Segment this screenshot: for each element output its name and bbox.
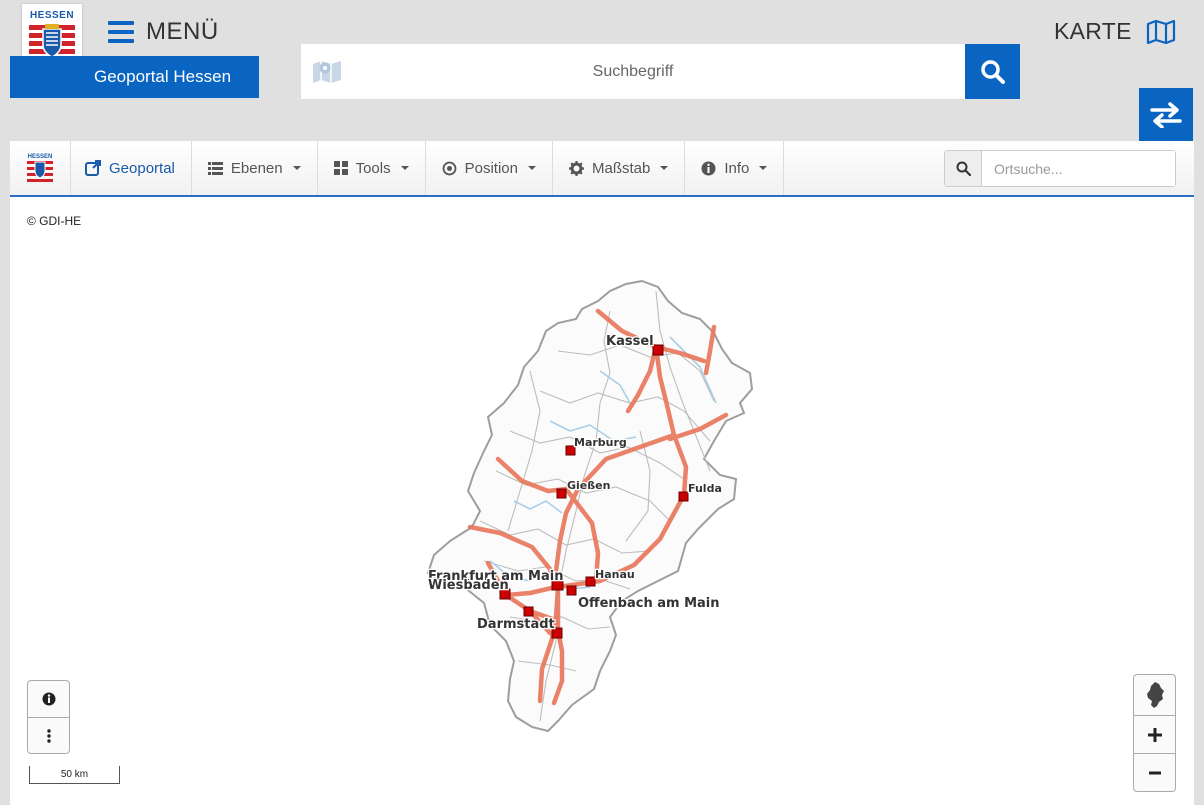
search-button[interactable] [965, 44, 1020, 99]
brand-title[interactable]: Geoportal Hessen [10, 56, 259, 98]
city-marker-offenbach[interactable] [566, 585, 577, 596]
search-icon [980, 59, 1005, 84]
toolbar-geoportal-label: Geoportal [109, 159, 175, 177]
map-canvas[interactable]: Kassel Marburg Gießen Fulda Hanau Frankf… [10, 141, 1194, 805]
city-label-darmstadt: Darmstadt [477, 617, 555, 632]
hessen-crest-small-icon [27, 161, 53, 182]
map-info-button[interactable] [28, 681, 69, 717]
chevron-down-icon [660, 166, 669, 170]
city-marker-giessen[interactable] [556, 488, 567, 499]
layers-list-icon [207, 161, 223, 175]
toolbar-tools-menu[interactable]: Tools [318, 141, 426, 195]
city-label-wiesbaden: Wiesbaden [428, 578, 509, 593]
chevron-down-icon [528, 166, 536, 170]
chevron-down-icon [759, 166, 768, 170]
location-search-button[interactable] [945, 151, 982, 186]
map-icon [1146, 19, 1175, 44]
map-info-controls [27, 680, 70, 754]
toolbar-massstab-menu[interactable]: Maßstab [553, 141, 686, 195]
toolbar-massstab-label: Maßstab [592, 159, 651, 177]
zoom-to-hesse-button[interactable] [1134, 675, 1175, 715]
toolbar-geoportal-link[interactable]: Geoportal [70, 141, 192, 195]
info-icon [42, 692, 55, 706]
search-box[interactable] [301, 44, 965, 99]
search-icon [956, 161, 971, 176]
location-search [944, 150, 1176, 187]
city-label-marburg: Marburg [574, 436, 627, 449]
toolbar-ebenen-menu[interactable]: Ebenen [192, 141, 318, 195]
city-label-giessen: Gießen [567, 479, 610, 492]
location-search-input[interactable] [982, 151, 1175, 186]
city-marker-hanau[interactable] [585, 576, 596, 587]
map-attribution: © GDI-HE [27, 214, 82, 228]
menu-label: MENÜ [146, 18, 219, 45]
chevron-down-icon [400, 166, 409, 170]
map-view-button[interactable]: KARTE [1054, 18, 1176, 45]
city-label-hanau: Hanau [595, 568, 635, 581]
hamburger-icon [108, 21, 134, 43]
target-icon [442, 161, 457, 175]
menu-button[interactable]: MENÜ [108, 16, 219, 48]
chevron-down-icon [292, 166, 301, 170]
external-link-icon [85, 160, 101, 176]
minus-icon [1148, 771, 1161, 774]
hesse-shape-icon [1146, 682, 1164, 708]
map-toolbar: HESSEN Geoportal Ebenen Tools Position M… [10, 141, 1194, 197]
city-marker-kassel[interactable] [652, 344, 664, 356]
toolbar-tools-label: Tools [355, 159, 391, 177]
info-icon [701, 161, 716, 175]
gear-icon [569, 160, 584, 176]
scale-bar: 50 km [29, 766, 120, 784]
map-viewer[interactable]: Kassel Marburg Gießen Fulda Hanau Frankf… [10, 141, 1194, 805]
toolbar-info-menu[interactable]: Info [685, 141, 785, 195]
map-marker-icon [313, 61, 341, 83]
zoom-in-button[interactable] [1134, 715, 1175, 753]
city-marker-mainz[interactable] [523, 606, 534, 617]
toolbar-position-menu[interactable]: Position [426, 141, 553, 195]
city-label-kassel: Kassel [606, 334, 654, 349]
swap-arrows-icon [1150, 102, 1182, 128]
logo-text: HESSEN [29, 10, 75, 21]
map-more-button[interactable] [28, 717, 69, 753]
toolbar-info-label: Info [724, 159, 750, 177]
city-marker-fulda[interactable] [678, 491, 689, 502]
city-label-fulda: Fulda [688, 482, 722, 495]
toolbar-ebenen-label: Ebenen [230, 159, 283, 177]
more-vertical-icon [46, 728, 51, 743]
hesse-state-outline [426, 279, 754, 733]
toolbar-position-label: Position [464, 159, 518, 177]
zoom-controls [1133, 674, 1176, 792]
search-input[interactable] [301, 44, 965, 99]
toolbar-logo[interactable]: HESSEN [10, 141, 70, 195]
grid-icon [333, 161, 348, 175]
swap-view-button[interactable] [1139, 88, 1193, 142]
zoom-out-button[interactable] [1134, 753, 1175, 791]
city-label-offenbach: Offenbach am Main [578, 596, 719, 611]
plus-icon [1147, 727, 1162, 742]
map-view-label: KARTE [1054, 18, 1132, 44]
